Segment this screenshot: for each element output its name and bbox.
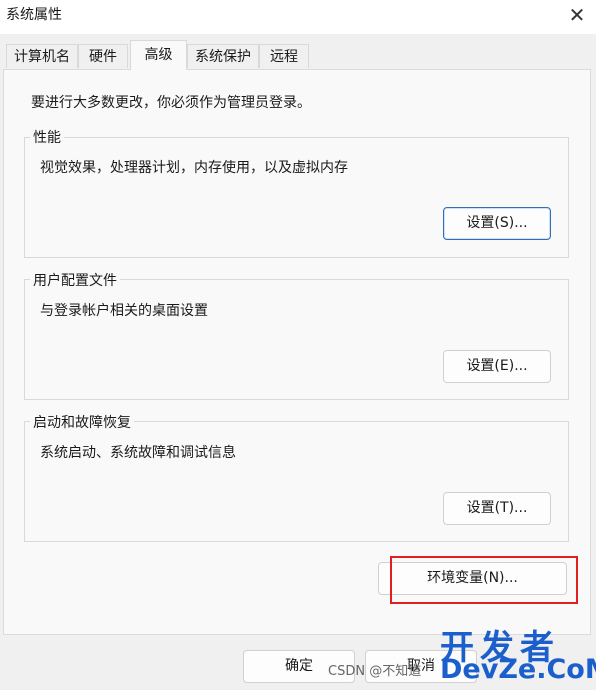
user-profile-description: 与登录帐户相关的桌面设置	[40, 303, 208, 319]
highlight-box	[390, 556, 578, 604]
startup-recovery-description: 系统启动、系统故障和调试信息	[40, 445, 236, 461]
performance-settings-button[interactable]: 设置(S)...	[443, 207, 551, 240]
tab-system-protection[interactable]: 系统保护	[187, 44, 259, 68]
tab-hardware[interactable]: 硬件	[78, 44, 128, 68]
close-icon[interactable]: ✕	[564, 2, 590, 28]
tab-computer-name[interactable]: 计算机名	[6, 44, 78, 68]
user-profile-settings-button[interactable]: 设置(E)...	[443, 350, 551, 383]
performance-group-title: 性能	[30, 127, 64, 147]
tab-remote[interactable]: 远程	[259, 44, 309, 68]
startup-recovery-settings-button[interactable]: 设置(T)...	[443, 492, 551, 525]
csdn-watermark: CSDN @不知道	[328, 664, 422, 679]
site-watermark-sub: DevZe.CoM	[440, 654, 596, 685]
tab-advanced[interactable]: 高级	[130, 40, 187, 70]
title-bar: 系统属性 ✕	[0, 0, 596, 34]
performance-description: 视觉效果，处理器计划，内存使用，以及虚拟内存	[40, 160, 348, 176]
startup-recovery-group-title: 启动和故障恢复	[30, 412, 134, 432]
admin-notice: 要进行大多数更改，你必须作为管理员登录。	[31, 95, 311, 111]
window-title: 系统属性	[6, 7, 62, 23]
user-profile-group-title: 用户配置文件	[30, 270, 120, 290]
